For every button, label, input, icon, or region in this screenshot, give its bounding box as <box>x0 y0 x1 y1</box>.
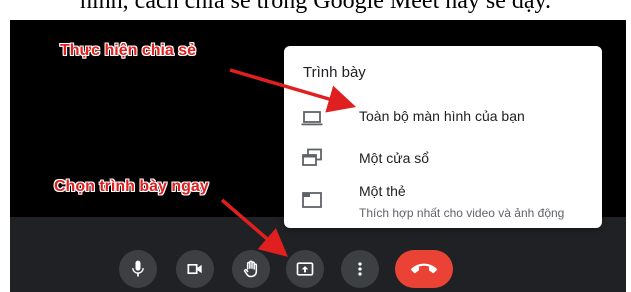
menu-item-window[interactable]: Một cửa sổ <box>284 140 602 176</box>
more-options-button[interactable] <box>341 250 379 288</box>
present-menu-title: Trình bày <box>303 64 366 81</box>
laptop-icon <box>300 106 324 130</box>
menu-item-tab[interactable]: Một thẻ Thích hợp nhất cho video và ảnh … <box>284 180 602 224</box>
more-vert-icon <box>358 262 362 276</box>
microphone-icon <box>132 260 144 277</box>
annotation-share: Thực hiện chia sẻ <box>60 42 197 59</box>
leave-call-button[interactable] <box>395 250 453 288</box>
raise-hand-button[interactable] <box>232 250 270 288</box>
window-stack-icon <box>300 146 324 170</box>
menu-item-sublabel: Thích hợp nhất cho video và ảnh động <box>359 206 565 220</box>
annotation-present-now: Chọn trình bày ngay <box>54 178 209 195</box>
present-menu: Trình bày Toàn bộ màn hình của bạn Một c… <box>284 46 602 228</box>
present-screen-icon <box>296 262 314 276</box>
background-page-text: hình, cách chia sẻ trong Google Meet này… <box>80 0 551 14</box>
video-camera-icon <box>187 264 202 274</box>
camera-button[interactable] <box>176 250 214 288</box>
menu-item-label: Toàn bộ màn hình của bạn <box>359 108 525 124</box>
browser-tab-icon <box>300 188 324 212</box>
hang-up-icon <box>411 263 437 274</box>
menu-item-label: Một cửa sổ <box>359 150 430 166</box>
menu-item-label: Một thẻ <box>359 183 406 199</box>
microphone-button[interactable] <box>119 250 157 288</box>
menu-item-entire-screen[interactable]: Toàn bộ màn hình của bạn <box>284 100 602 136</box>
present-now-button[interactable] <box>286 250 324 288</box>
hand-icon <box>243 260 258 278</box>
